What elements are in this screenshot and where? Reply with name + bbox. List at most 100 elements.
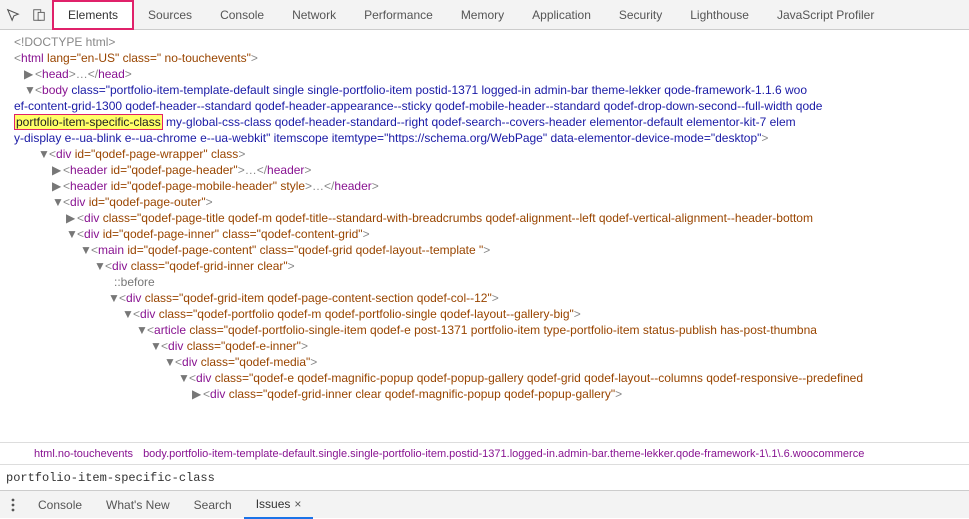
drawer-tab-label: Issues bbox=[256, 497, 291, 511]
dom-punct: > bbox=[310, 355, 317, 369]
tab-console[interactable]: Console bbox=[206, 0, 278, 30]
dom-punct: > bbox=[483, 243, 490, 257]
collapse-icon[interactable]: ▼ bbox=[150, 338, 159, 354]
dom-tag-div: div bbox=[210, 387, 225, 401]
devtools-toolbar: Elements Sources Console Network Perform… bbox=[0, 0, 969, 30]
collapse-icon[interactable]: ▼ bbox=[122, 306, 131, 322]
dom-highlighted-class: portfolio-item-specific-class bbox=[14, 114, 163, 130]
dom-attrs: id="qodef-page-mobile-header" style bbox=[107, 179, 305, 193]
dom-attrs: id="qodef-page-content" class="qodef-gri… bbox=[124, 243, 483, 257]
expand-icon[interactable]: ▶ bbox=[192, 386, 201, 402]
drawer-tab-issues[interactable]: Issues× bbox=[244, 491, 314, 519]
dom-attr: class=" bbox=[71, 83, 110, 97]
expand-icon[interactable]: ▶ bbox=[52, 162, 61, 178]
collapse-icon[interactable]: ▼ bbox=[94, 258, 103, 274]
breadcrumb-body[interactable]: body.portfolio-item-template-default.sin… bbox=[143, 448, 864, 460]
drawer-menu-icon[interactable] bbox=[0, 498, 26, 512]
dom-tag-div: div bbox=[140, 307, 155, 321]
inspect-icon[interactable] bbox=[0, 2, 26, 28]
dom-attrs: lang="en-US" class=" no-touchevents" bbox=[44, 51, 251, 65]
dom-punct: > bbox=[615, 387, 622, 401]
dom-attr-value: y-display e--ua-blink e--ua-chrome e--ua… bbox=[14, 131, 761, 145]
dom-tag-div: div bbox=[196, 371, 211, 385]
dom-punct: > bbox=[304, 163, 311, 177]
dom-tag-header: header bbox=[334, 179, 371, 193]
dom-tag-div: div bbox=[182, 355, 197, 369]
dom-tag-head: head bbox=[98, 67, 125, 81]
drawer-tab-console[interactable]: Console bbox=[26, 491, 94, 519]
dom-attrs: id="qodef-page-wrapper" class bbox=[71, 147, 238, 161]
dom-tag-main: main bbox=[98, 243, 124, 257]
dom-punct: < bbox=[14, 51, 21, 65]
dom-ellipsis: >…</ bbox=[69, 67, 98, 81]
tab-lighthouse[interactable]: Lighthouse bbox=[676, 0, 763, 30]
drawer-toolbar: Console What's New Search Issues× bbox=[0, 490, 969, 518]
expand-icon[interactable]: ▶ bbox=[24, 66, 33, 82]
collapse-icon[interactable]: ▼ bbox=[66, 226, 75, 242]
dom-tag-div: div bbox=[56, 147, 71, 161]
tab-application[interactable]: Application bbox=[518, 0, 605, 30]
dom-tag-div: div bbox=[84, 227, 99, 241]
search-input[interactable] bbox=[6, 471, 963, 485]
collapse-icon[interactable]: ▼ bbox=[136, 322, 145, 338]
dom-attrs: id="qodef-page-inner" class="qodef-conte… bbox=[99, 227, 362, 241]
dom-attrs: class="qodef-grid-inner clear" bbox=[127, 259, 287, 273]
tab-security[interactable]: Security bbox=[605, 0, 676, 30]
elements-search bbox=[0, 464, 969, 490]
dom-punct: > bbox=[125, 67, 132, 81]
tab-elements[interactable]: Elements bbox=[52, 0, 134, 30]
dom-attrs: id="qodef-page-outer" bbox=[85, 195, 205, 209]
tab-performance[interactable]: Performance bbox=[350, 0, 447, 30]
dom-tag-article: article bbox=[154, 323, 186, 337]
dom-attrs: class="qodef-e qodef-magnific-popup qode… bbox=[211, 371, 863, 385]
dom-tag-div: div bbox=[70, 195, 85, 209]
dom-punct: > bbox=[238, 147, 245, 161]
tab-sources[interactable]: Sources bbox=[134, 0, 206, 30]
collapse-icon[interactable]: ▼ bbox=[24, 82, 33, 98]
dom-tag-div: div bbox=[168, 339, 183, 353]
tab-jsprofiler[interactable]: JavaScript Profiler bbox=[763, 0, 888, 30]
dom-punct: > bbox=[363, 227, 370, 241]
dom-tag-header: header bbox=[70, 179, 107, 193]
drawer-tab-search[interactable]: Search bbox=[182, 491, 244, 519]
dom-punct: > bbox=[288, 259, 295, 273]
collapse-icon[interactable]: ▼ bbox=[80, 242, 89, 258]
dom-tree[interactable]: <!DOCTYPE html> <html lang="en-US" class… bbox=[0, 30, 969, 442]
dom-doctype: <!DOCTYPE html> bbox=[14, 35, 115, 49]
main-tabs: Elements Sources Console Network Perform… bbox=[52, 0, 888, 30]
dom-attrs: class="qodef-portfolio qodef-m qodef-por… bbox=[155, 307, 573, 321]
dom-tag-html: html bbox=[21, 51, 44, 65]
expand-icon[interactable]: ▶ bbox=[52, 178, 61, 194]
dom-punct: > bbox=[372, 179, 379, 193]
tab-memory[interactable]: Memory bbox=[447, 0, 518, 30]
tab-network[interactable]: Network bbox=[278, 0, 350, 30]
drawer-tab-whatsnew[interactable]: What's New bbox=[94, 491, 182, 519]
dom-attrs: class="qodef-e-inner" bbox=[183, 339, 301, 353]
dom-punct: > bbox=[761, 131, 768, 145]
device-toggle-icon[interactable] bbox=[26, 2, 52, 28]
dom-punct: > bbox=[251, 51, 258, 65]
collapse-icon[interactable]: ▼ bbox=[52, 194, 61, 210]
dom-tag-div: div bbox=[112, 259, 127, 273]
dom-attrs: class="qodef-portfolio-single-item qodef… bbox=[186, 323, 817, 337]
dom-attrs: class="qodef-media" bbox=[197, 355, 310, 369]
collapse-icon[interactable]: ▼ bbox=[164, 354, 173, 370]
dom-attr-value: my-global-css-class qodef-header-standar… bbox=[163, 115, 796, 129]
expand-icon[interactable]: ▶ bbox=[66, 210, 75, 226]
breadcrumb-html[interactable]: html.no-touchevents bbox=[34, 448, 133, 460]
dom-tag-header: header bbox=[267, 163, 304, 177]
dom-ellipsis: >…</ bbox=[305, 179, 334, 193]
dom-tag-body: body bbox=[42, 83, 68, 97]
dom-attr-value: portfolio-item-template-default single s… bbox=[110, 83, 807, 97]
collapse-icon[interactable]: ▼ bbox=[178, 370, 187, 386]
breadcrumb-bar[interactable]: html.no-touchevents body.portfolio-item-… bbox=[0, 442, 969, 464]
dom-punct: > bbox=[492, 291, 499, 305]
dom-attr-value: ef-content-grid-1300 qodef-header--stand… bbox=[14, 99, 822, 113]
dom-ellipsis: >…</ bbox=[238, 163, 267, 177]
dom-attrs: class="qodef-grid-item qodef-page-conten… bbox=[141, 291, 491, 305]
dom-punct: > bbox=[301, 339, 308, 353]
collapse-icon[interactable]: ▼ bbox=[38, 146, 47, 162]
collapse-icon[interactable]: ▼ bbox=[108, 290, 117, 306]
dom-tag-div: div bbox=[84, 211, 99, 225]
close-icon[interactable]: × bbox=[294, 497, 301, 511]
